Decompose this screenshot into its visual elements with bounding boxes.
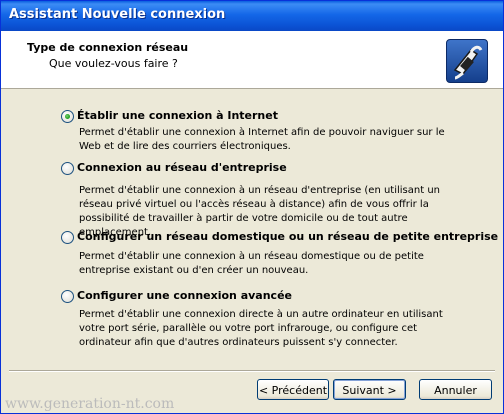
footer-separator [9,370,495,372]
radio-corporate-network[interactable] [61,162,74,175]
network-connection-icon [446,39,488,83]
next-button[interactable]: Suivant > [333,379,406,400]
option-advanced-connection-label[interactable]: Configurer une connexion avancée [77,289,292,302]
option-home-network-description: Permet d'établir une connexion à un rése… [79,251,424,276]
radio-advanced-connection[interactable] [61,290,74,303]
radio-home-network[interactable] [61,231,74,244]
option-internet-description: Permet d'établir une connexion à Interne… [79,127,445,152]
option-internet-label[interactable]: Établir une connexion à Internet [77,109,278,122]
option-corporate-network-label[interactable]: Connexion au réseau d'entreprise [77,161,287,174]
back-button[interactable]: < Précédent [257,379,329,400]
cancel-button[interactable]: Annuler [419,379,492,400]
window-title: Assistant Nouvelle connexion [9,7,226,22]
wizard-header: Type de connexion réseau Que voulez-vous… [1,31,503,89]
option-home-network-label[interactable]: Configurer un réseau domestique ou un ré… [77,230,498,243]
option-advanced-connection-description: Permet d'établir une connexion directe à… [79,309,443,348]
radio-internet[interactable] [61,110,74,123]
header-title: Type de connexion réseau [27,41,189,54]
header-subtitle: Que voulez-vous faire ? [49,57,178,70]
wizard-window: Assistant Nouvelle connexion Type de con… [0,0,504,414]
title-bar[interactable]: Assistant Nouvelle connexion [1,1,503,31]
watermark-text: www.generation-nt.com [5,396,175,412]
